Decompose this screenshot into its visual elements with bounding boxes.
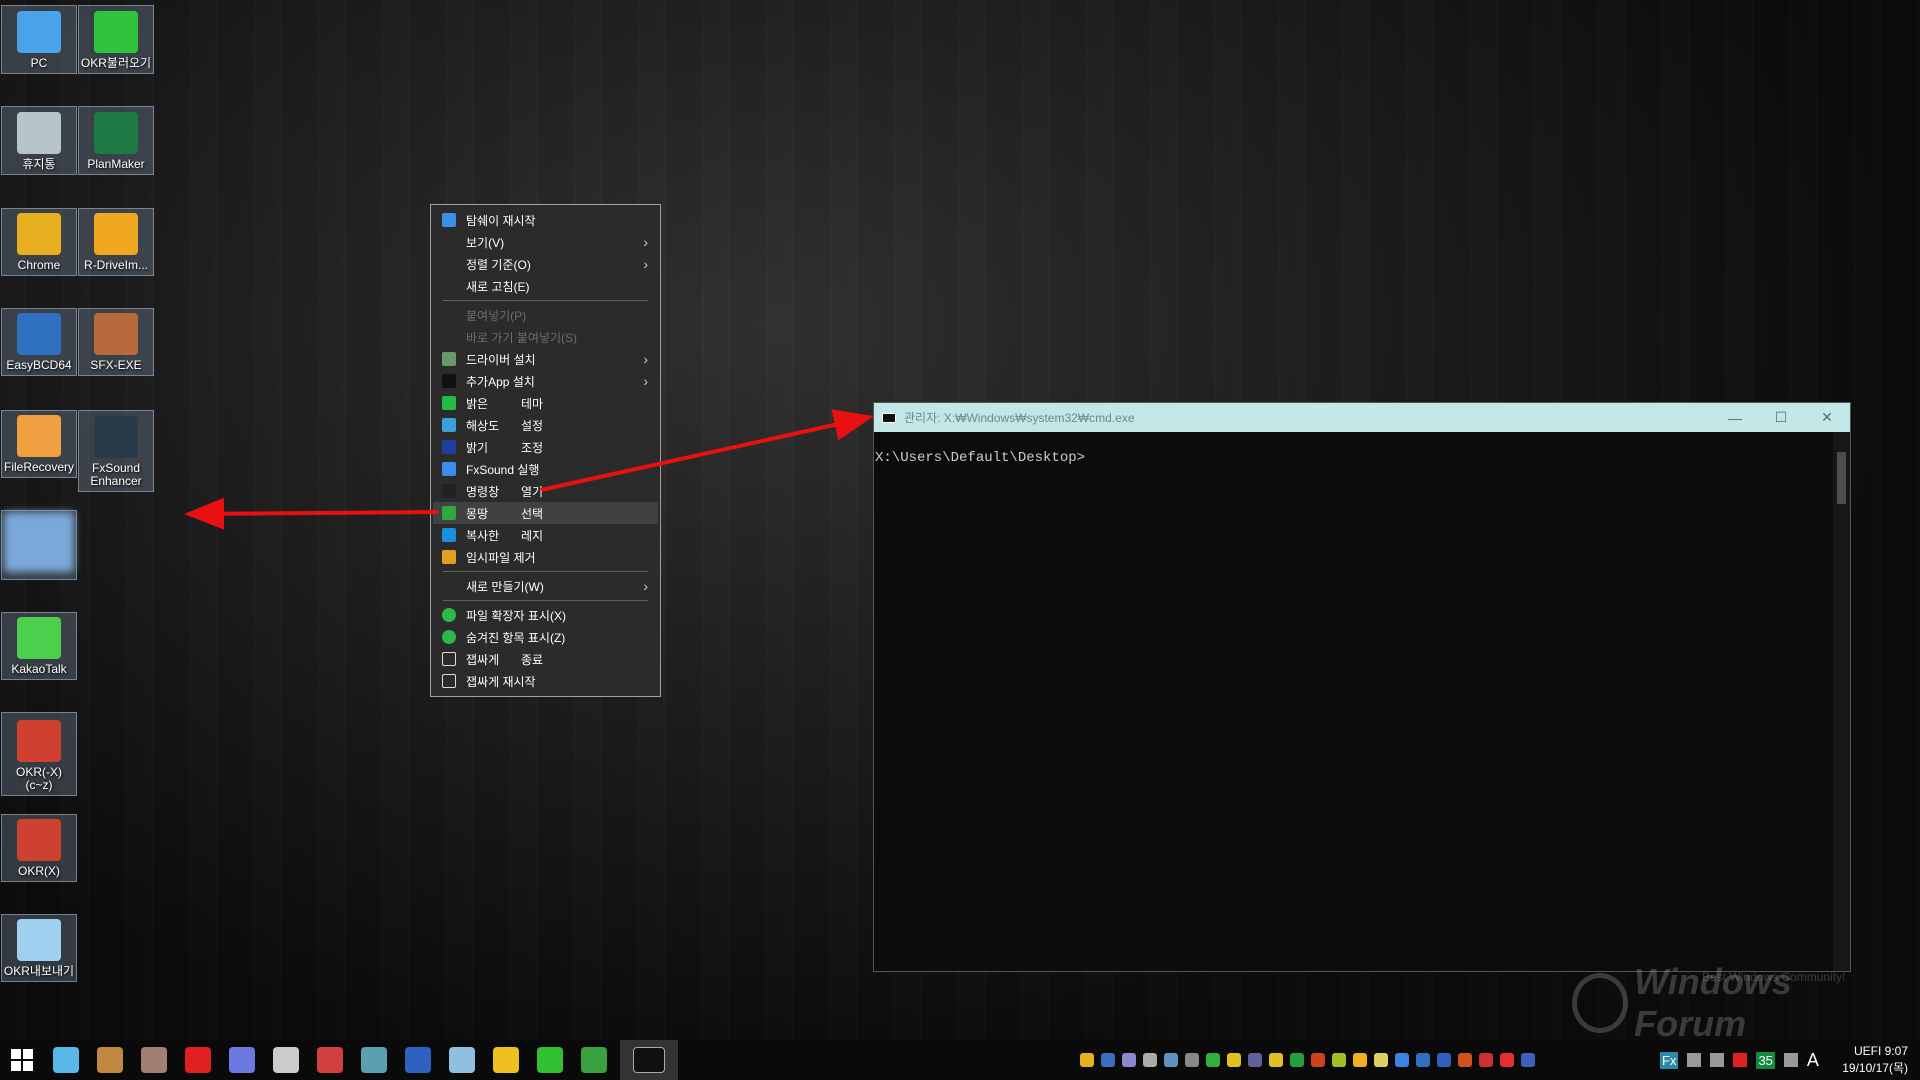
settings-icon	[493, 1047, 519, 1073]
clock-time: UEFI 9:07	[1853, 1044, 1908, 1058]
taskbar-partition-button[interactable]	[220, 1040, 264, 1080]
taskbar-disk-tool-button[interactable]	[264, 1040, 308, 1080]
taskbar-network-monitor-button[interactable]	[44, 1040, 88, 1080]
tray-icon[interactable]	[1311, 1053, 1325, 1067]
taskbar-hxd-button[interactable]	[572, 1040, 616, 1080]
tray-icon[interactable]	[1101, 1053, 1115, 1067]
tray-icon[interactable]	[1332, 1053, 1346, 1067]
taskbar-disc-button[interactable]	[132, 1040, 176, 1080]
aomei-icon	[405, 1047, 431, 1073]
hxd-icon	[581, 1047, 607, 1073]
windows-start-icon	[11, 1049, 33, 1071]
tray-icon[interactable]	[1458, 1053, 1472, 1067]
taskbar-start-button[interactable]	[0, 1040, 44, 1080]
recovery-icon	[317, 1047, 343, 1073]
watermark-tagline: Best Windows Community!	[1702, 970, 1846, 984]
tray-35-icon[interactable]: 35	[1756, 1051, 1775, 1069]
tray-icon[interactable]	[1269, 1053, 1283, 1067]
network-monitor-icon	[53, 1047, 79, 1073]
clock-date: 19/10/17(목)	[1842, 1061, 1908, 1075]
tray-icon[interactable]	[1374, 1053, 1388, 1067]
winntsetup-icon	[361, 1047, 387, 1073]
tray-network-icon[interactable]: network	[1710, 1053, 1725, 1067]
disc-icon	[141, 1047, 167, 1073]
clock[interactable]: UEFI 9:07 19/10/17(목)	[1842, 1043, 1908, 1077]
tray-icon[interactable]	[1416, 1053, 1430, 1067]
tray-icon[interactable]	[1080, 1053, 1094, 1067]
tray-grid-icon[interactable]: grid	[1687, 1053, 1702, 1067]
sync-icon	[537, 1047, 563, 1073]
tray-icon[interactable]	[1395, 1053, 1409, 1067]
tray-icon[interactable]	[1521, 1053, 1535, 1067]
ntpwedit-icon	[185, 1047, 211, 1073]
tray-icon[interactable]	[1248, 1053, 1262, 1067]
tray-icon[interactable]	[1227, 1053, 1241, 1067]
taskbar-sync-button[interactable]	[528, 1040, 572, 1080]
taskbar-ntpwedit-button[interactable]	[176, 1040, 220, 1080]
arrow-to-cmd	[540, 409, 874, 492]
tray-icon[interactable]	[1437, 1053, 1451, 1067]
taskbar-recovery-button[interactable]	[308, 1040, 352, 1080]
annotation-arrows	[184, 409, 874, 530]
tray-icon[interactable]	[1185, 1053, 1199, 1067]
installer-icon	[97, 1047, 123, 1073]
arrow-to-desktop	[184, 497, 439, 530]
taskbar-settings-button[interactable]	[484, 1040, 528, 1080]
taskbar-setup-button[interactable]	[440, 1040, 484, 1080]
tray-A-icon[interactable]: A	[1807, 1050, 1819, 1071]
tray-icon[interactable]	[1122, 1053, 1136, 1067]
tray-icon[interactable]	[1500, 1053, 1514, 1067]
system-tray: Fxgrid network volume 35 pen A	[1660, 1040, 1819, 1080]
tray-icon[interactable]	[1479, 1053, 1493, 1067]
taskbar-installer-button[interactable]	[88, 1040, 132, 1080]
partition-icon	[229, 1047, 255, 1073]
disk-tool-icon	[273, 1047, 299, 1073]
tray-icon[interactable]	[1290, 1053, 1304, 1067]
taskbar-aomei-button[interactable]	[396, 1040, 440, 1080]
tray-volume-icon[interactable]: volume	[1733, 1053, 1748, 1067]
taskbar	[0, 1040, 1920, 1080]
tray-icons	[1080, 1040, 1535, 1080]
taskbar-winntsetup-button[interactable]	[352, 1040, 396, 1080]
tray-pen-icon[interactable]: pen	[1783, 1053, 1798, 1067]
tray-icon[interactable]	[1206, 1053, 1220, 1067]
tray-Fx-icon[interactable]: Fx	[1660, 1051, 1679, 1069]
tray-icon[interactable]	[1164, 1053, 1178, 1067]
windows-logo-icon	[1572, 973, 1629, 1033]
tray-icon[interactable]	[1143, 1053, 1157, 1067]
setup-icon	[449, 1047, 475, 1073]
tray-icon[interactable]	[1353, 1053, 1367, 1067]
cmd-icon	[633, 1047, 665, 1073]
taskbar-cmd-button[interactable]	[620, 1040, 678, 1080]
